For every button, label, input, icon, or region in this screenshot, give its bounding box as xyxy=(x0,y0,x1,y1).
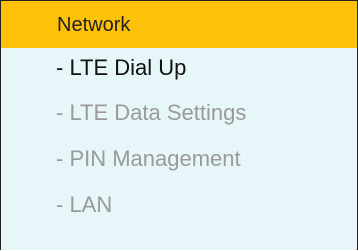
menu-item-label: - PIN Management xyxy=(56,146,241,171)
menu-item-label: - LTE Dial Up xyxy=(56,55,187,80)
menu-item-label: - LAN xyxy=(56,192,113,217)
menu-item-pin-management[interactable]: - PIN Management xyxy=(1,136,357,182)
menu-header-label: Network xyxy=(57,14,131,36)
network-side-menu: Network - LTE Dial Up - LTE Data Setting… xyxy=(0,0,358,250)
menu-item-lan[interactable]: - LAN xyxy=(1,182,357,228)
menu-item-lte-data-settings[interactable]: - LTE Data Settings xyxy=(1,90,357,136)
menu-item-lte-dial-up[interactable]: - LTE Dial Up xyxy=(1,48,357,90)
menu-item-label: - LTE Data Settings xyxy=(56,100,247,125)
menu-header-network[interactable]: Network xyxy=(1,1,357,48)
